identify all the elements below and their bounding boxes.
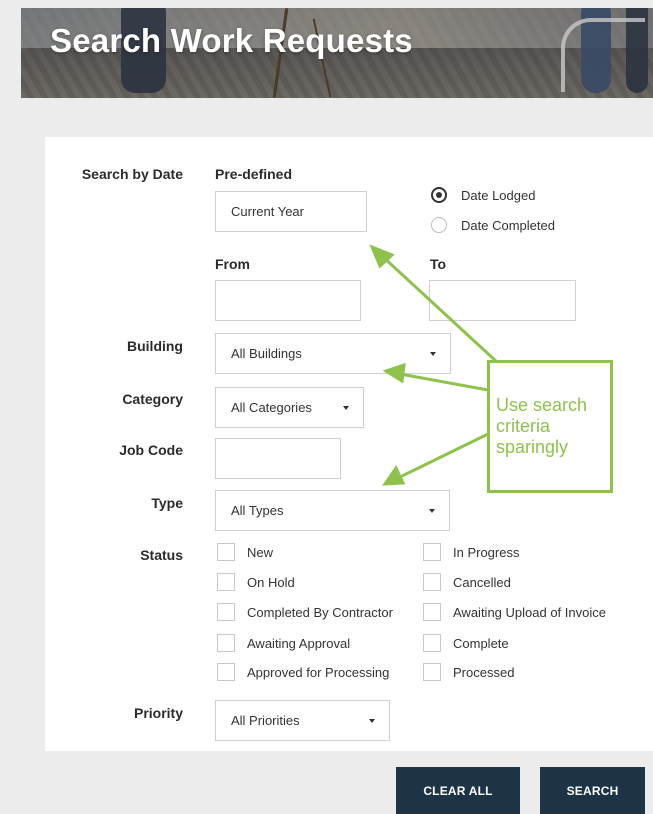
checkbox-icon [217, 663, 235, 681]
checkbox-icon [423, 573, 441, 591]
checkbox-label: Awaiting Upload of Invoice [453, 604, 606, 620]
checkbox-icon [423, 663, 441, 681]
checkbox-icon [423, 603, 441, 621]
checkbox-label: Awaiting Approval [247, 635, 351, 651]
checkbox-icon [217, 634, 235, 652]
radio-unselected-icon [431, 217, 447, 233]
status-checkbox-in-progress[interactable]: In Progress [423, 543, 519, 561]
radio-date-lodged[interactable]: Date Lodged [431, 187, 535, 203]
status-checkbox-awaiting-upload-invoice[interactable]: Awaiting Upload of Invoice [423, 603, 606, 621]
building-label: Building [127, 338, 183, 354]
checkbox-label: Approved for Processing [247, 664, 390, 680]
radio-label: Date Completed [461, 217, 555, 233]
radio-selected-icon [431, 187, 447, 203]
radio-date-completed[interactable]: Date Completed [431, 217, 555, 233]
status-checkbox-processed[interactable]: Processed [423, 663, 514, 681]
banner-railing [561, 18, 645, 92]
chevron-down-icon [343, 405, 349, 410]
type-select[interactable]: All Types [215, 490, 450, 531]
status-checkbox-cancelled[interactable]: Cancelled [423, 573, 511, 591]
checkbox-icon [217, 603, 235, 621]
category-label: Category [122, 391, 183, 407]
from-label: From [215, 256, 250, 272]
status-checkbox-approved-for-processing[interactable]: Approved for Processing [217, 663, 389, 681]
category-select[interactable]: All Categories [215, 387, 364, 428]
clear-all-button[interactable]: CLEAR ALL [396, 767, 520, 814]
predefined-label: Pre-defined [215, 166, 293, 182]
priority-select-value: All Priorities [231, 713, 300, 728]
status-checkbox-complete[interactable]: Complete [423, 634, 509, 652]
status-checkbox-awaiting-approval[interactable]: Awaiting Approval [217, 634, 350, 652]
job-code-label: Job Code [119, 442, 183, 458]
chevron-down-icon [430, 351, 436, 356]
priority-label: Priority [133, 705, 183, 721]
checkbox-label: Completed By Contractor [247, 604, 393, 620]
annotation-text: Use search criteria sparingly [496, 395, 588, 457]
radio-label: Date Lodged [461, 187, 536, 203]
checkbox-label: Cancelled [453, 574, 511, 590]
predefined-date-input[interactable]: Current Year [215, 191, 367, 232]
checkbox-label: Processed [453, 664, 515, 680]
status-checkbox-new[interactable]: New [217, 543, 273, 561]
type-label: Type [151, 495, 183, 511]
status-checkbox-on-hold[interactable]: On Hold [217, 573, 295, 591]
status-label: Status [140, 547, 183, 563]
chevron-down-icon [429, 508, 435, 513]
page-title: Search Work Requests [50, 22, 413, 59]
priority-select[interactable]: All Priorities [215, 700, 390, 741]
to-label: To [430, 256, 447, 272]
building-select[interactable]: All Buildings [215, 333, 451, 374]
category-select-value: All Categories [231, 400, 312, 415]
checkbox-icon [423, 634, 441, 652]
to-date-input[interactable] [429, 280, 576, 321]
from-date-input[interactable] [215, 280, 361, 321]
checkbox-label: New [247, 544, 274, 560]
checkbox-label: In Progress [453, 544, 520, 560]
predefined-date-value: Current Year [231, 204, 304, 219]
status-checkbox-completed-by-contractor[interactable]: Completed By Contractor [217, 603, 393, 621]
search-button[interactable]: SEARCH [540, 767, 645, 814]
checkbox-icon [217, 543, 235, 561]
checkbox-icon [217, 573, 235, 591]
annotation-callout: Use search criteria sparingly [487, 360, 613, 493]
checkbox-label: On Hold [247, 574, 295, 590]
building-select-value: All Buildings [231, 346, 302, 361]
checkbox-label: Complete [453, 635, 509, 651]
job-code-input[interactable] [215, 438, 341, 479]
checkbox-icon [423, 543, 441, 561]
search-by-date-label: Search by Date [81, 166, 183, 182]
type-select-value: All Types [231, 503, 284, 518]
chevron-down-icon [369, 718, 375, 723]
